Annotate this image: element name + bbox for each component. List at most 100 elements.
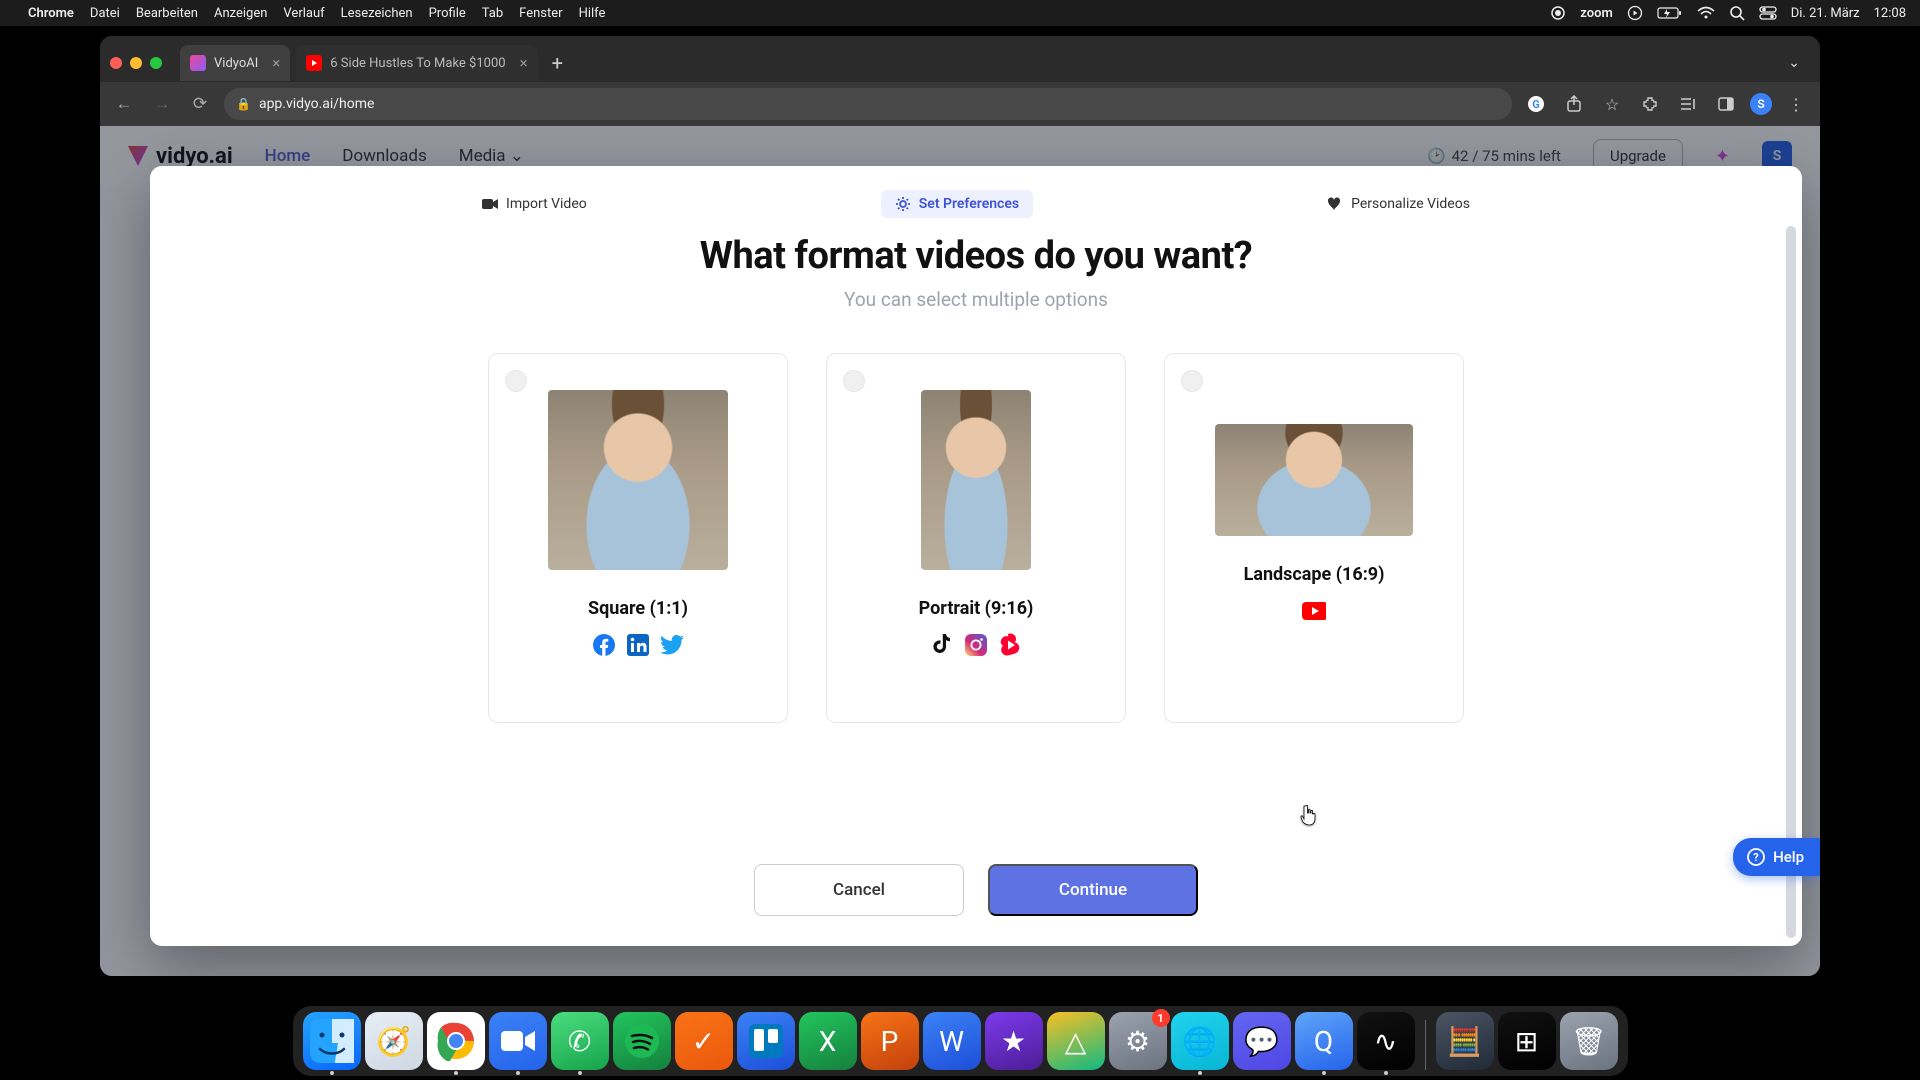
window-traffic-lights[interactable] bbox=[110, 57, 162, 69]
dock-app-todoist[interactable]: ✓ bbox=[675, 1012, 733, 1070]
tab-overflow-icon[interactable]: ⌄ bbox=[1788, 55, 1810, 71]
nav-reload-icon[interactable]: ⟳ bbox=[186, 90, 214, 118]
wifi-icon[interactable] bbox=[1697, 6, 1715, 20]
dock-app-spotify[interactable] bbox=[613, 1012, 671, 1070]
format-thumbnail-square bbox=[548, 390, 728, 570]
gear-icon bbox=[895, 196, 911, 212]
dock-app-discord[interactable]: 💬 bbox=[1233, 1012, 1291, 1070]
reading-list-icon[interactable] bbox=[1674, 90, 1702, 118]
svg-text:?: ? bbox=[1753, 851, 1759, 864]
menu-tab[interactable]: Tab bbox=[482, 6, 503, 21]
close-tab-icon[interactable]: × bbox=[520, 54, 528, 72]
dock-app-calculator[interactable]: 🧮 bbox=[1436, 1012, 1494, 1070]
menu-datei[interactable]: Datei bbox=[90, 6, 120, 21]
pointer-cursor-icon bbox=[1300, 804, 1318, 828]
dock-app-whatsapp[interactable]: ✆ bbox=[551, 1012, 609, 1070]
running-indicator-icon bbox=[1322, 1071, 1326, 1075]
dock-app-quicktime[interactable]: Q bbox=[1295, 1012, 1353, 1070]
heart-icon bbox=[1327, 197, 1343, 211]
format-cards: Square (1:1) Portrait (9:16) bbox=[180, 353, 1772, 723]
favicon-youtube-icon bbox=[306, 55, 322, 71]
close-tab-icon[interactable]: × bbox=[272, 54, 280, 72]
video-camera-icon bbox=[482, 198, 498, 210]
google-account-icon[interactable]: G bbox=[1522, 90, 1550, 118]
menu-hilfe[interactable]: Hilfe bbox=[579, 6, 606, 21]
select-radio[interactable] bbox=[1181, 370, 1203, 392]
extensions-icon[interactable] bbox=[1636, 90, 1664, 118]
new-tab-button[interactable]: + bbox=[544, 51, 571, 75]
youtube-icon bbox=[1302, 599, 1326, 623]
dock-app-safari[interactable]: 🧭 bbox=[365, 1012, 423, 1070]
dock-app-zoom[interactable] bbox=[489, 1012, 547, 1070]
chrome-menu-icon[interactable]: ⋮ bbox=[1782, 90, 1810, 118]
format-card-landscape[interactable]: Landscape (16:9) bbox=[1164, 353, 1464, 723]
select-radio[interactable] bbox=[505, 370, 527, 392]
search-icon[interactable] bbox=[1729, 5, 1745, 21]
help-circle-icon: ? bbox=[1747, 848, 1765, 866]
battery-icon[interactable] bbox=[1657, 6, 1683, 20]
tab-title: 6 Side Hustles To Make $1000 bbox=[330, 56, 505, 71]
dock-app-trash[interactable]: 🗑 bbox=[1560, 1012, 1618, 1070]
zoom-icon bbox=[501, 1029, 535, 1053]
dock-app-imovie[interactable]: ★ bbox=[985, 1012, 1043, 1070]
close-window-icon[interactable] bbox=[110, 57, 122, 69]
cancel-button[interactable]: Cancel bbox=[754, 864, 964, 916]
control-center-icon[interactable] bbox=[1759, 6, 1777, 20]
dock-app-excel[interactable]: X bbox=[799, 1012, 857, 1070]
shorts-icon bbox=[998, 633, 1022, 657]
chrome-profile-avatar[interactable]: S bbox=[1750, 93, 1772, 115]
format-card-portrait[interactable]: Portrait (9:16) bbox=[826, 353, 1126, 723]
menu-fenster[interactable]: Fenster bbox=[519, 6, 562, 21]
dock-app-drive[interactable]: △ bbox=[1047, 1012, 1105, 1070]
nav-forward-icon[interactable]: → bbox=[148, 90, 176, 118]
step-set-preferences[interactable]: Set Preferences bbox=[881, 190, 1033, 218]
menubar-app-name[interactable]: Chrome bbox=[28, 6, 74, 21]
step-import-video[interactable]: Import Video bbox=[468, 190, 601, 218]
dock-app-finder[interactable] bbox=[303, 1012, 361, 1070]
share-icon[interactable] bbox=[1560, 90, 1588, 118]
select-radio[interactable] bbox=[843, 370, 865, 392]
dock-app-settings[interactable]: ⚙1 bbox=[1109, 1012, 1167, 1070]
continue-button[interactable]: Continue bbox=[988, 864, 1198, 916]
browser-tab-vidyoai[interactable]: VidyoAI × bbox=[180, 45, 290, 81]
chrome-icon bbox=[436, 1021, 476, 1061]
linkedin-icon bbox=[626, 633, 650, 657]
modal-scrollbar[interactable] bbox=[1786, 226, 1796, 938]
tab-title: VidyoAI bbox=[214, 56, 258, 71]
format-title: Landscape (16:9) bbox=[1244, 564, 1385, 585]
menu-profile[interactable]: Profile bbox=[429, 6, 466, 21]
format-title: Portrait (9:16) bbox=[919, 598, 1034, 619]
format-thumbnail-portrait bbox=[921, 390, 1031, 570]
bookmark-star-icon[interactable]: ☆ bbox=[1598, 90, 1626, 118]
dock-app-word[interactable]: W bbox=[923, 1012, 981, 1070]
dock-app-audio[interactable]: ∿ bbox=[1357, 1012, 1415, 1070]
format-card-square[interactable]: Square (1:1) bbox=[488, 353, 788, 723]
menu-anzeigen[interactable]: Anzeigen bbox=[214, 6, 267, 21]
dock-app-chrome[interactable] bbox=[427, 1012, 485, 1070]
menu-bearbeiten[interactable]: Bearbeiten bbox=[136, 6, 198, 21]
menu-lesezeichen[interactable]: Lesezeichen bbox=[341, 6, 413, 21]
minimize-window-icon[interactable] bbox=[130, 57, 142, 69]
finder-icon bbox=[310, 1019, 354, 1063]
help-button[interactable]: ? Help bbox=[1733, 838, 1820, 876]
dock-app-powerpoint[interactable]: P bbox=[861, 1012, 919, 1070]
sidepanel-icon[interactable] bbox=[1712, 90, 1740, 118]
dock-app-mission[interactable]: ⊞ bbox=[1498, 1012, 1556, 1070]
chrome-toolbar: ← → ⟳ 🔒 app.vidyo.ai/home G ☆ S ⋮ bbox=[100, 82, 1820, 126]
step-indicator: Import Video Set Preferences Personalize… bbox=[180, 190, 1772, 218]
dock-app-globe[interactable]: 🌐 bbox=[1171, 1012, 1229, 1070]
menubar-time[interactable]: 12:08 bbox=[1874, 6, 1906, 21]
browser-tab-youtube[interactable]: 6 Side Hustles To Make $1000 × bbox=[296, 45, 537, 81]
help-label: Help bbox=[1773, 848, 1804, 866]
macos-dock: 🧭 ✆ ✓ XPW★△⚙1🌐💬Q∿ 🧮⊞🗑 bbox=[293, 1006, 1628, 1076]
dock-app-trello[interactable] bbox=[737, 1012, 795, 1070]
play-icon[interactable] bbox=[1627, 5, 1643, 21]
menubar-date[interactable]: Di. 21. März bbox=[1791, 6, 1860, 21]
step-personalize-videos[interactable]: Personalize Videos bbox=[1313, 190, 1484, 218]
nav-back-icon[interactable]: ← bbox=[110, 90, 138, 118]
record-icon[interactable] bbox=[1550, 5, 1566, 21]
menubar-zoom-label[interactable]: zoom bbox=[1580, 6, 1612, 21]
menu-verlauf[interactable]: Verlauf bbox=[283, 6, 324, 21]
fullscreen-window-icon[interactable] bbox=[150, 57, 162, 69]
address-bar[interactable]: 🔒 app.vidyo.ai/home bbox=[224, 88, 1512, 120]
